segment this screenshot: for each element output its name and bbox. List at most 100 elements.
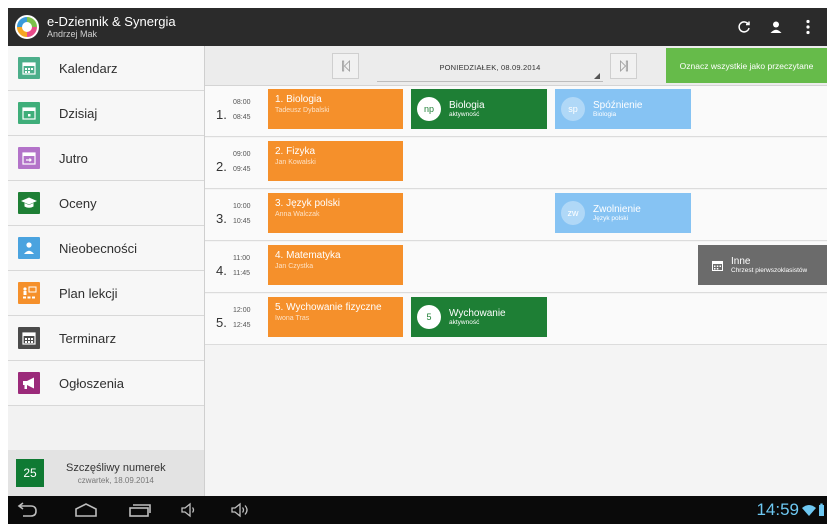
overflow-menu-icon[interactable] — [799, 18, 817, 36]
lucky-number-text: Szczęśliwy numerek czwartek, 18.09.2014 — [66, 462, 166, 485]
sidebar-item-label: Oceny — [59, 195, 97, 211]
previous-day-button[interactable] — [332, 53, 359, 79]
lesson-row: 4. 11:00 11:45 4. Matematyka Jan Czystka… — [205, 242, 827, 293]
grade-text: Biologia aktywność — [449, 100, 485, 119]
grade-title: Wychowanie — [449, 307, 506, 319]
lesson-card[interactable]: 5. Wychowanie fizyczne Iwona Tras — [268, 297, 403, 337]
sidebar-item-nieobecnosci[interactable]: Nieobecności — [8, 226, 204, 271]
date-selector[interactable]: PONIEDZIAŁEK, 08.09.2014 — [377, 53, 603, 82]
lesson-end: 11:45 — [233, 270, 250, 277]
sidebar-item-label: Kalendarz — [59, 60, 118, 76]
sidebar-item-dzisiaj[interactable]: Dzisiaj — [8, 91, 204, 136]
event-calendar-icon — [712, 260, 723, 271]
attendance-text: Zwolnienie Język polski — [593, 204, 641, 223]
refresh-icon[interactable] — [735, 18, 753, 36]
app-user: Andrzej Mak — [47, 29, 98, 39]
lesson-teacher: Jan Kowalski — [275, 159, 316, 166]
status-clock: 14:59 — [756, 500, 799, 519]
lesson-number: 4. — [216, 263, 227, 278]
action-bar: e-Dziennik & Synergia Andrzej Mak — [8, 8, 827, 46]
mark-all-read-button[interactable]: Oznacz wszystkie jako przeczytane — [666, 48, 827, 83]
lesson-title: 3. Język polski — [275, 198, 341, 209]
volume-down-icon[interactable] — [180, 502, 198, 523]
status-icons — [801, 503, 825, 517]
sidebar-item-plan-lekcji[interactable]: Plan lekcji — [8, 271, 204, 316]
lucky-number: 25 — [16, 459, 44, 487]
sidebar-item-ogloszenia[interactable]: Ogłoszenia — [8, 361, 204, 406]
skip-previous-icon — [341, 60, 350, 72]
app-titles: e-Dziennik & Synergia Andrzej Mak — [47, 15, 176, 39]
lucky-number-title: Szczęśliwy numerek — [66, 461, 166, 474]
lesson-number: 3. — [216, 211, 227, 226]
lesson-time: 10:00 10:45 — [233, 199, 251, 229]
lesson-card[interactable]: 4. Matematyka Jan Czystka — [268, 245, 403, 285]
sidebar-item-oceny[interactable]: Oceny — [8, 181, 204, 226]
megaphone-icon — [18, 372, 40, 394]
sidebar-item-label: Plan lekcji — [59, 285, 118, 301]
lesson-row: 5. 12:00 12:45 5. Wychowanie fizyczne Iw… — [205, 294, 827, 345]
sidebar-item-terminarz[interactable]: Terminarz — [8, 316, 204, 361]
lesson-start: 11:00 — [233, 255, 250, 262]
recent-apps-icon[interactable] — [128, 502, 152, 523]
lesson-card[interactable]: 2. Fizyka Jan Kowalski — [268, 141, 403, 181]
lesson-teacher: Iwona Tras — [275, 315, 310, 322]
next-day-button[interactable] — [610, 53, 637, 79]
lesson-row: 3. 10:00 10:45 3. Język polski Anna Walc… — [205, 190, 827, 241]
user-icon[interactable] — [767, 18, 785, 36]
home-icon[interactable] — [74, 502, 98, 523]
back-icon[interactable] — [14, 502, 38, 523]
event-title: Inne — [731, 255, 751, 267]
graduation-cap-icon — [18, 192, 40, 214]
calendar-tomorrow-icon — [18, 147, 40, 169]
sidebar-item-label: Nieobecności — [59, 240, 138, 256]
grade-badge: np — [417, 97, 441, 121]
event-card[interactable]: Inne Chrzest pierwszoklasistów — [698, 245, 827, 285]
lesson-start: 08:00 — [233, 99, 251, 106]
lesson-title: 4. Matematyka — [275, 250, 341, 261]
schedule-icon — [18, 327, 40, 349]
lesson-time: 09:00 09:45 — [233, 147, 251, 177]
grade-card[interactable]: np Biologia aktywność — [411, 89, 547, 129]
tablet-screen: e-Dziennik & Synergia Andrzej Mak Kalend… — [0, 0, 827, 524]
lesson-card[interactable]: 3. Język polski Anna Walczak — [268, 193, 403, 233]
lesson-title: 1. Biologia — [275, 94, 322, 105]
sidebar: Kalendarz Dzisiaj Jutro Oceny Nieobecnoś… — [8, 46, 205, 496]
lesson-time: 11:00 11:45 — [233, 251, 250, 281]
lesson-title: 2. Fizyka — [275, 146, 316, 157]
lesson-number: 5. — [216, 315, 227, 330]
app-title: e-Dziennik & Synergia — [47, 14, 176, 29]
sidebar-item-label: Dzisiaj — [59, 105, 98, 121]
lesson-row: 2. 09:00 09:45 2. Fizyka Jan Kowalski — [205, 138, 827, 189]
lesson-card[interactable]: 1. Biologia Tadeusz Dybalski — [268, 89, 403, 129]
lesson-start: 12:00 — [233, 307, 251, 314]
lesson-title: 5. Wychowanie fizyczne — [275, 302, 382, 313]
lesson-start: 10:00 — [233, 203, 251, 210]
attendance-title: Spóźnienie — [593, 99, 643, 111]
system-navigation-bar: 14:59 — [8, 496, 827, 524]
app-logo-icon[interactable] — [15, 15, 39, 39]
timetable-panel: PONIEDZIAŁEK, 08.09.2014 Oznacz wszystki… — [205, 46, 827, 496]
lucky-number-panel[interactable]: 25 Szczęśliwy numerek czwartek, 18.09.20… — [8, 450, 204, 496]
sidebar-item-label: Jutro — [59, 150, 88, 166]
action-icons — [735, 18, 817, 36]
sidebar-item-kalendarz[interactable]: Kalendarz — [8, 46, 204, 91]
event-description: Chrzest pierwszoklasistów — [731, 267, 808, 275]
attendance-card[interactable]: zw Zwolnienie Język polski — [555, 193, 691, 233]
grade-card[interactable]: 5 Wychowanie aktywność — [411, 297, 547, 337]
wifi-icon — [802, 505, 816, 516]
attendance-card[interactable]: sp Spóźnienie Biologia — [555, 89, 691, 129]
sidebar-item-jutro[interactable]: Jutro — [8, 136, 204, 181]
grade-text: Wychowanie aktywność — [449, 308, 506, 327]
lesson-row: 1. 08:00 08:45 1. Biologia Tadeusz Dybal… — [205, 86, 827, 137]
grade-badge: 5 — [417, 305, 441, 329]
attendance-badge: zw — [561, 201, 585, 225]
attendance-subject: Język polski — [593, 215, 629, 223]
lesson-number: 2. — [216, 159, 227, 174]
sidebar-item-label: Ogłoszenia — [59, 375, 125, 391]
volume-up-icon[interactable] — [230, 502, 252, 523]
dropdown-caret-icon — [594, 73, 600, 79]
lesson-time: 12:00 12:45 — [233, 303, 251, 333]
classroom-icon — [18, 282, 40, 304]
lesson-end: 09:45 — [233, 166, 251, 173]
calendar-today-icon — [18, 102, 40, 124]
